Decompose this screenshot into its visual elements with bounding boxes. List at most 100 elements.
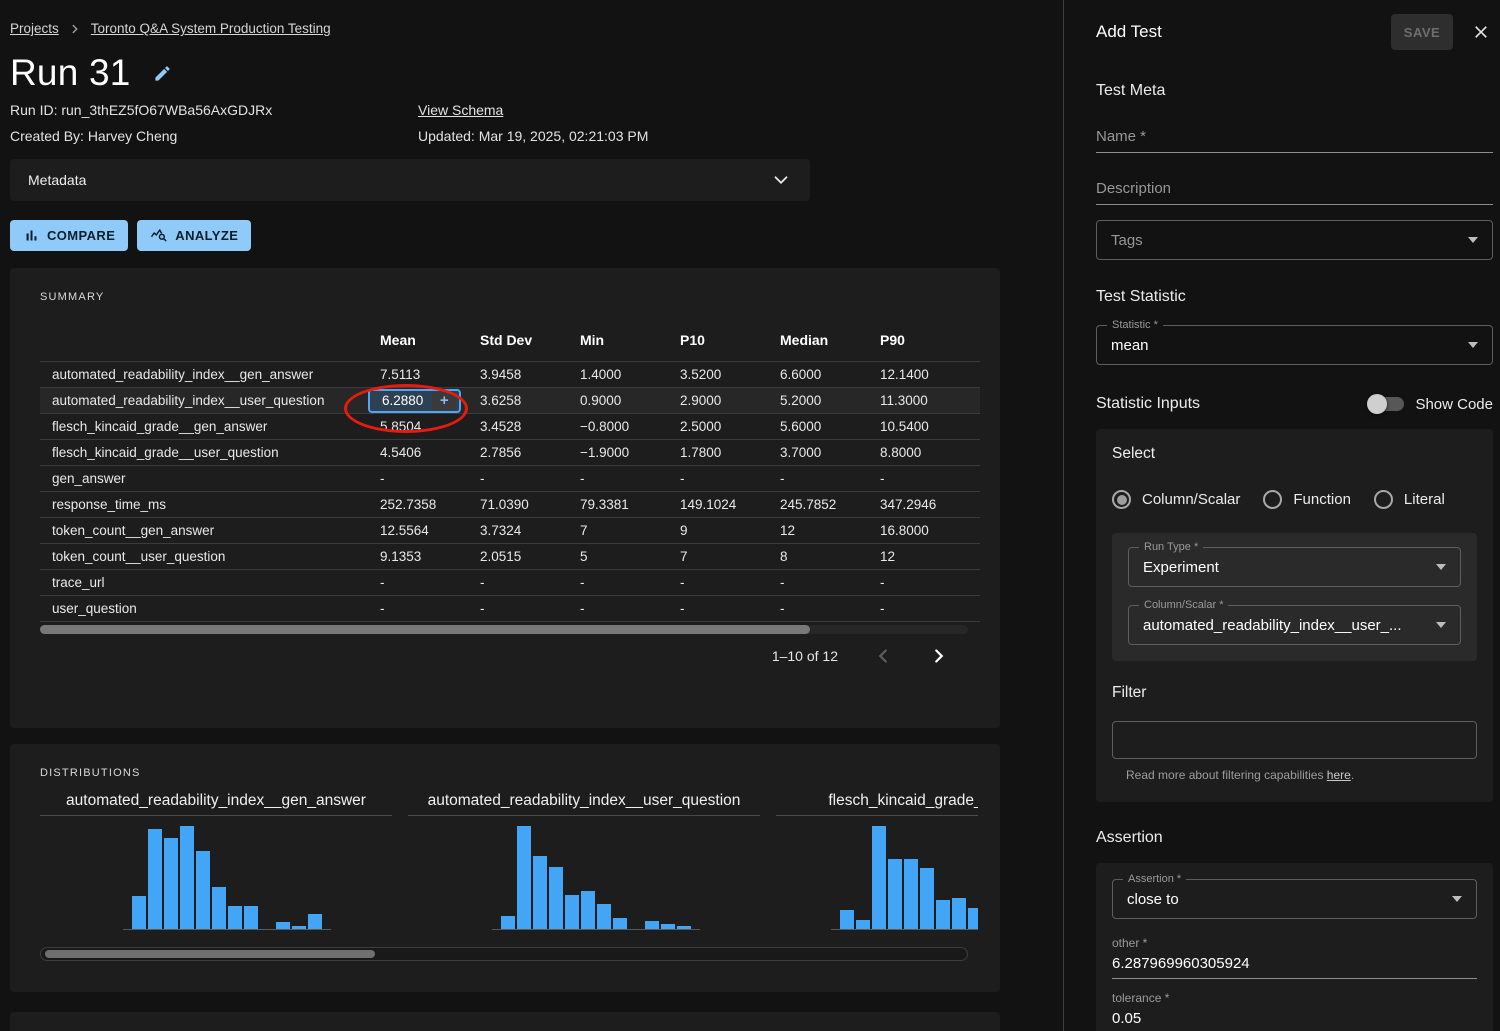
add-test-panel: Add Test SAVE Test Meta Name * Descripti… [1063, 0, 1500, 1031]
cell-value: 245.7852 [780, 492, 880, 518]
statistic-select-value: mean [1111, 337, 1149, 354]
toggle-track[interactable] [1370, 397, 1404, 411]
histogram-bar [645, 921, 659, 929]
pagination-range: 1–10 of 12 [772, 648, 838, 664]
table-row: trace_url------ [40, 570, 980, 596]
row-label: token_count__gen_answer [40, 518, 380, 544]
distribution-chart: automated_readability_index__gen_answer [40, 792, 392, 930]
filter-input[interactable] [1112, 721, 1477, 759]
cell-value: - [480, 466, 580, 492]
analyze-button[interactable]: ANALYZE [137, 220, 251, 251]
cell-value: 71.0390 [480, 492, 580, 518]
cell-value: 12 [780, 518, 880, 544]
query-stats-icon [150, 227, 168, 245]
scrollbar-thumb[interactable] [40, 625, 810, 634]
charts-viewport: automated_readability_index__gen_answera… [40, 792, 978, 930]
edit-icon[interactable] [153, 64, 172, 88]
close-icon[interactable] [1469, 20, 1493, 44]
histogram-bar [196, 851, 210, 929]
cell-value: - [880, 466, 980, 492]
show-code-label: Show Code [1415, 396, 1493, 413]
cell-value: 3.6258 [480, 388, 580, 414]
run-type-legend: Run Type * [1139, 540, 1203, 554]
other-field-label: other * [1112, 936, 1477, 950]
table-horizontal-scrollbar[interactable] [40, 625, 968, 634]
radio-literal[interactable]: Literal [1374, 490, 1445, 509]
previous-page-icon[interactable] [872, 645, 894, 667]
dropdown-caret-icon [1436, 564, 1446, 570]
breadcrumb-projects-link[interactable]: Projects [10, 21, 59, 36]
created-by: Created By: Harvey Cheng [10, 128, 418, 144]
other-field[interactable]: other * 6.287969960305924 [1112, 936, 1477, 979]
tags-select[interactable]: Tags [1096, 220, 1493, 260]
name-field-label: Name * [1096, 128, 1493, 145]
cell-value: 8 [780, 544, 880, 570]
summary-table-head-row: MeanStd DevMinP10MedianP90 [40, 332, 980, 362]
radio-icon [1263, 490, 1282, 509]
histogram-bar [533, 856, 547, 929]
table-row: response_time_ms252.735871.039079.338114… [40, 492, 980, 518]
radio-column-scalar[interactable]: Column/Scalar [1112, 490, 1240, 509]
histogram-bar [517, 826, 531, 929]
tolerance-field-label: tolerance * [1112, 991, 1477, 1005]
selected-stat-cell[interactable]: 6.2880+ [368, 389, 461, 413]
filter-help-link[interactable]: here [1327, 768, 1351, 782]
show-code-toggle[interactable]: Show Code [1370, 396, 1493, 413]
cell-value: - [880, 570, 980, 596]
table-row: user_question------ [40, 596, 980, 622]
cell-value: 12 [880, 544, 980, 570]
row-label: flesch_kincaid_grade__user_question [40, 440, 380, 466]
cell-value: - [680, 570, 780, 596]
page-title: Run 31 [10, 52, 131, 94]
compare-button[interactable]: COMPARE [10, 220, 128, 251]
toggle-thumb[interactable] [1367, 394, 1387, 414]
cell-value: - [380, 596, 480, 622]
metadata-accordion[interactable]: Metadata [10, 159, 810, 201]
breadcrumb-current-link[interactable]: Toronto Q&A System Production Testing [91, 21, 331, 36]
cell-value: - [780, 466, 880, 492]
distributions-section-label: DISTRIBUTIONS [10, 744, 1000, 779]
chart-title: flesch_kincaid_grade__gen_answer [776, 792, 978, 816]
scrollbar-thumb[interactable] [45, 950, 375, 958]
add-stat-button[interactable]: + [432, 392, 456, 410]
histogram-bar [840, 910, 854, 929]
save-button[interactable]: SAVE [1391, 14, 1453, 50]
run-meta: Run ID: run_3thEZ5fO67WBa56AxGDJRx View … [10, 102, 1063, 144]
distributions-horizontal-scrollbar[interactable] [40, 947, 968, 961]
column-scalar-subcard: Run Type * Experiment Column/Scalar * au… [1112, 533, 1477, 661]
cell-value: 5.8504 [380, 414, 480, 440]
histogram-bar [212, 887, 226, 929]
histogram-bar [292, 926, 306, 929]
histogram-bar [276, 922, 290, 929]
column-header: Median [780, 332, 880, 362]
histogram-bar [661, 924, 675, 929]
next-page-icon[interactable] [928, 645, 950, 667]
cell-value: 5.2000 [780, 388, 880, 414]
run-type-select[interactable]: Run Type * Experiment [1128, 547, 1461, 587]
cell-value: - [380, 570, 480, 596]
histogram-bar [549, 867, 563, 929]
test-meta-heading: Test Meta [1096, 82, 1493, 100]
table-row: token_count__user_question9.13532.051557… [40, 544, 980, 570]
tolerance-field[interactable]: tolerance * 0.05 [1112, 991, 1477, 1031]
select-radio-group: Column/Scalar Function Literal [1112, 490, 1477, 509]
table-row: gen_answer------ [40, 466, 980, 492]
histogram-bar [132, 896, 146, 929]
column-scalar-select[interactable]: Column/Scalar * automated_readability_in… [1128, 605, 1461, 645]
description-field[interactable]: Description [1096, 180, 1493, 205]
row-label: response_time_ms [40, 492, 380, 518]
row-label: user_question [40, 596, 380, 622]
cell-value: −0.8000 [580, 414, 680, 440]
cell-value: - [480, 596, 580, 622]
row-label: automated_readability_index__user_questi… [40, 388, 380, 414]
name-field[interactable]: Name * [1096, 128, 1493, 153]
assertion-select[interactable]: Assertion * close to [1112, 879, 1477, 919]
cell-value: 2.9000 [680, 388, 780, 414]
cell-value: 10.5400 [880, 414, 980, 440]
view-schema-link[interactable]: View Schema [418, 102, 1063, 118]
histogram-bar [180, 826, 194, 929]
statistic-select[interactable]: Statistic * mean [1096, 325, 1493, 365]
pagination: 1–10 of 12 [10, 645, 1000, 667]
radio-function[interactable]: Function [1263, 490, 1351, 509]
column-header: Mean [380, 332, 480, 362]
